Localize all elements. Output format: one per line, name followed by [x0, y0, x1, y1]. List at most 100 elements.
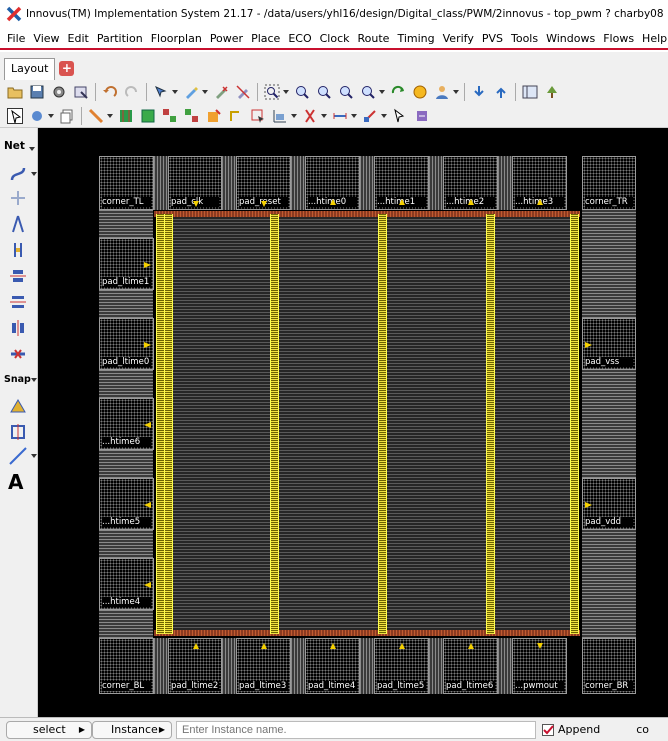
tab-layout[interactable]: Layout — [4, 58, 56, 80]
pop-icon[interactable] — [493, 84, 509, 100]
attribute-editor-icon[interactable] — [73, 84, 89, 100]
io-pad[interactable]: ...pwmout — [512, 638, 567, 694]
copy-icon[interactable] — [59, 108, 75, 124]
io-pad[interactable]: pad_ltime4 — [305, 638, 360, 694]
io-pad[interactable]: pad_ltime2 — [168, 638, 222, 694]
io-pad[interactable]: ...htime1 — [374, 156, 429, 210]
zoom-fit-icon[interactable] — [338, 84, 354, 100]
power-stripe[interactable] — [270, 214, 279, 634]
split-vertical-icon[interactable] — [8, 240, 28, 260]
align-vertical-icon[interactable] — [8, 318, 28, 338]
select-pointer-icon[interactable] — [7, 107, 23, 124]
io-pad[interactable]: ...htime0 — [305, 156, 360, 210]
snap-pin-icon[interactable] — [8, 422, 28, 442]
debug-icon[interactable] — [414, 108, 430, 124]
move-icon[interactable] — [29, 108, 45, 124]
ruler-icon[interactable] — [332, 108, 348, 124]
menu-help[interactable]: Help — [642, 32, 667, 45]
cut-icon[interactable] — [302, 108, 318, 124]
align-horizontal-icon[interactable] — [8, 266, 28, 286]
io-pad[interactable]: pad_vdd — [582, 478, 636, 530]
add-ring-icon[interactable] — [140, 108, 156, 124]
add-stripe-icon[interactable] — [118, 108, 134, 124]
wire-edit-icon[interactable] — [88, 108, 104, 124]
select-box-icon[interactable] — [250, 108, 266, 124]
menu-windows[interactable]: Windows — [546, 32, 595, 45]
layout-view-icon[interactable] — [522, 84, 538, 100]
zoom-previous-icon[interactable] — [360, 84, 376, 100]
io-pad[interactable]: pad_ltime1 — [99, 238, 154, 290]
menu-pvs[interactable]: PVS — [482, 32, 503, 45]
compass-icon[interactable] — [8, 214, 28, 234]
power-stripe[interactable] — [486, 214, 495, 634]
power-stripe[interactable] — [164, 214, 173, 634]
io-pad[interactable]: pad_vss — [582, 318, 636, 370]
align-icon[interactable] — [272, 108, 288, 124]
append-checkbox[interactable] — [542, 723, 554, 736]
menu-tools[interactable]: Tools — [511, 32, 538, 45]
menu-timing[interactable]: Timing — [397, 32, 434, 45]
user-icon[interactable] — [434, 84, 450, 100]
gear-icon[interactable] — [51, 84, 67, 100]
io-pad[interactable]: pad_ltime6 — [443, 638, 498, 694]
text-tool-icon[interactable]: A — [8, 470, 23, 494]
core-area[interactable] — [156, 214, 578, 634]
instance-search-input[interactable] — [176, 720, 536, 739]
select-mode-button[interactable]: select ▶ — [6, 720, 92, 739]
pin-editor-icon[interactable] — [206, 108, 222, 124]
io-pad[interactable]: pad_ltime0 — [99, 318, 154, 370]
io-pad[interactable]: ...htime2 — [443, 156, 498, 210]
menu-flows[interactable]: Flows — [603, 32, 634, 45]
snap-cursor-icon[interactable] — [392, 108, 408, 124]
layout-canvas[interactable]: corner_TL pad_clk pad_reset ...htime0 ..… — [38, 128, 668, 717]
dehighlight-icon[interactable] — [213, 84, 229, 100]
corner-cell[interactable]: corner_BL — [99, 638, 154, 694]
open-folder-icon[interactable] — [7, 84, 23, 100]
delete-shape-icon[interactable] — [8, 344, 28, 364]
route-icon[interactable] — [228, 108, 244, 124]
tree-view-icon[interactable] — [544, 84, 560, 100]
io-pad[interactable]: pad_reset — [236, 156, 291, 210]
redo-icon[interactable] — [124, 84, 140, 100]
zoom-area-icon[interactable] — [264, 84, 280, 100]
corner-cell[interactable]: corner_TL — [99, 156, 154, 210]
snap-label[interactable]: Snap — [4, 374, 31, 385]
spread-horizontal-icon[interactable] — [8, 292, 28, 312]
plus-icon[interactable]: + — [59, 61, 75, 76]
line-tool-icon[interactable] — [8, 446, 28, 466]
zoom-out-icon[interactable] — [316, 84, 332, 100]
menu-power[interactable]: Power — [210, 32, 243, 45]
io-pad[interactable]: ...htime4 — [99, 558, 154, 610]
measure-icon[interactable] — [362, 108, 378, 124]
io-pad[interactable]: ...htime6 — [99, 398, 154, 450]
menu-verify[interactable]: Verify — [443, 32, 474, 45]
menu-eco[interactable]: ECO — [288, 32, 311, 45]
corner-cell[interactable]: corner_TR — [582, 156, 636, 210]
menu-route[interactable]: Route — [358, 32, 390, 45]
menu-edit[interactable]: Edit — [68, 32, 89, 45]
zoom-in-icon[interactable] — [294, 84, 310, 100]
instance-type-button[interactable]: Instance ▶ — [92, 720, 172, 739]
snap-grid-icon[interactable] — [8, 396, 28, 416]
corner-cell[interactable]: corner_BR — [582, 638, 636, 694]
io-pad[interactable]: ...htime3 — [512, 156, 567, 210]
highlight-icon[interactable] — [183, 84, 199, 100]
power-stripe[interactable] — [378, 214, 387, 634]
io-pad[interactable]: pad_ltime5 — [374, 638, 429, 694]
save-icon[interactable] — [29, 84, 45, 100]
net-route-icon[interactable] — [8, 164, 28, 184]
menu-place[interactable]: Place — [251, 32, 280, 45]
push-icon[interactable] — [471, 84, 487, 100]
place-instance-icon[interactable] — [162, 108, 178, 124]
menu-file[interactable]: File — [7, 32, 25, 45]
power-stripe[interactable] — [570, 214, 579, 634]
io-pad[interactable]: pad_clk — [168, 156, 222, 210]
redraw-icon[interactable] — [390, 84, 406, 100]
place-block-icon[interactable] — [184, 108, 200, 124]
menu-floorplan[interactable]: Floorplan — [151, 32, 202, 45]
io-pad[interactable]: ...htime5 — [99, 478, 154, 530]
net-label[interactable]: Net — [4, 140, 25, 152]
crosshair-icon[interactable] — [8, 188, 28, 208]
select-mode-icon[interactable] — [153, 84, 169, 100]
clear-highlight-icon[interactable] — [235, 84, 251, 100]
